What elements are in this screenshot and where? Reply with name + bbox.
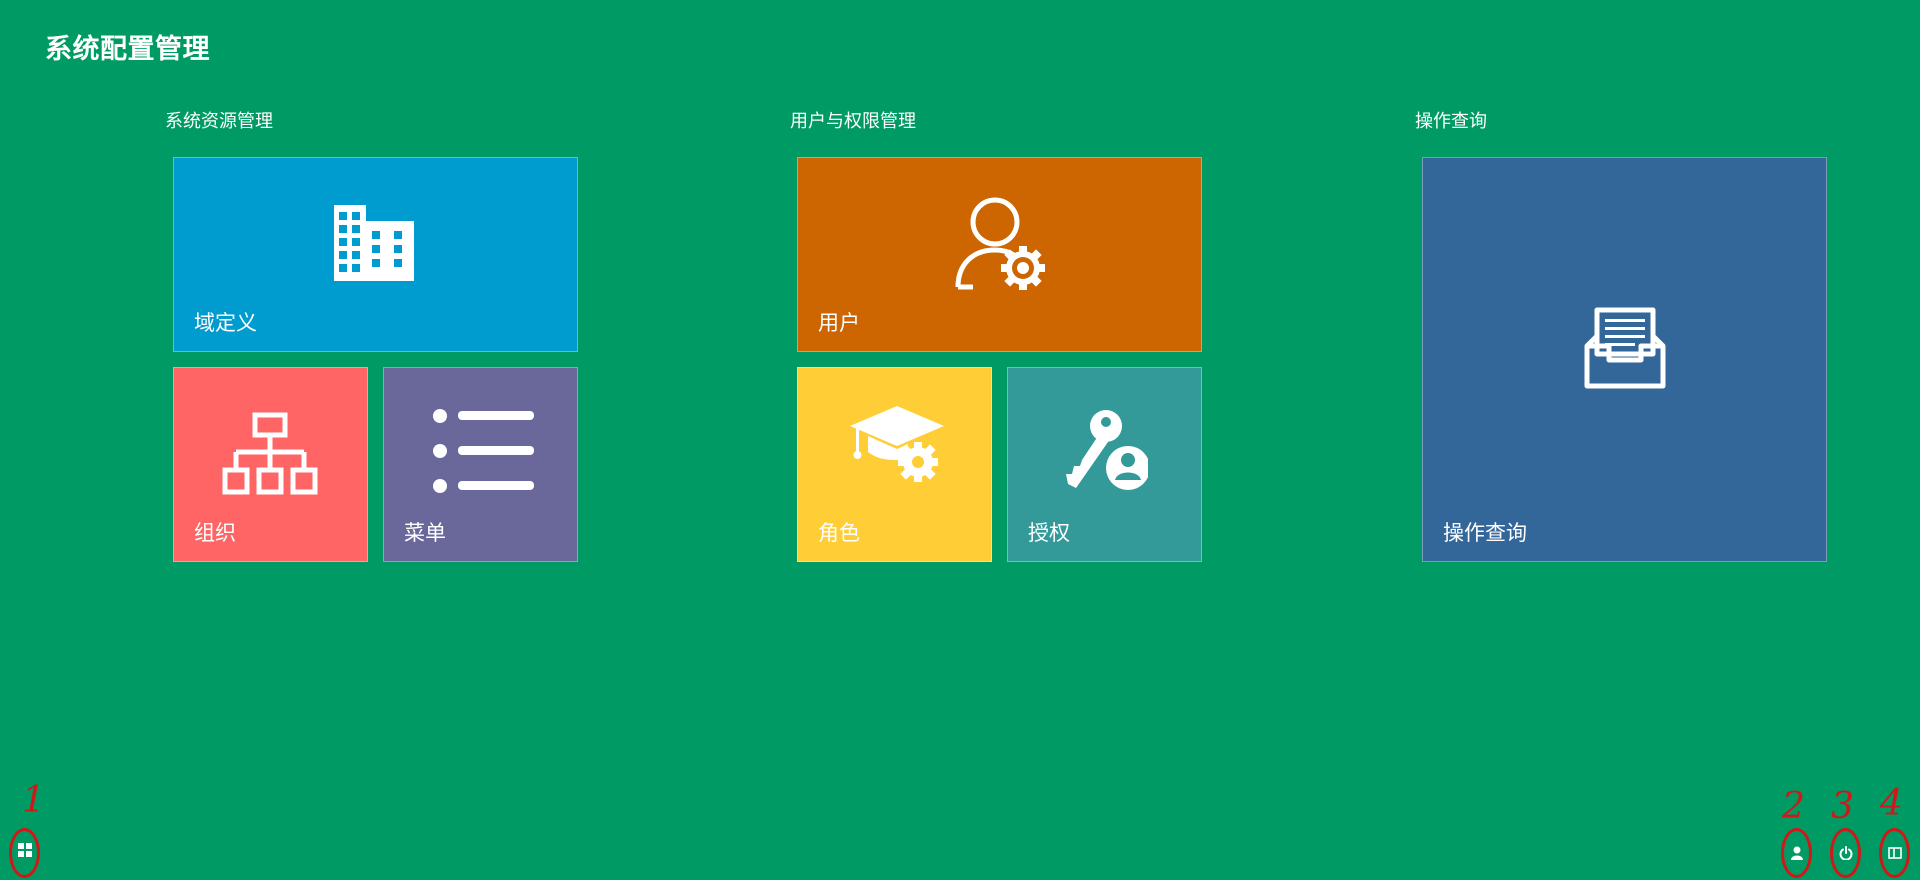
user-icon [1791,846,1803,860]
group-title-system-resources: 系统资源管理 [165,111,273,132]
tile-label-menu: 菜单 [404,521,446,545]
group-title-operation-query: 操作查询 [1415,111,1487,132]
org-chart-icon [222,412,318,495]
user-button[interactable] [1785,841,1809,865]
building-icon [334,205,414,281]
tile-label-role: 角色 [818,521,860,545]
page-title: 系统配置管理 [45,34,210,65]
tile-label-domain-definition: 域定义 [194,311,257,335]
power-icon [1839,846,1853,860]
annotation-number-4: 4 [1880,783,1903,824]
tile-label-operation-query: 操作查询 [1443,521,1527,545]
list-icon [433,409,534,493]
annotation-number-3: 3 [1831,786,1854,827]
tile-operation-query[interactable]: 操作查询 [1422,157,1827,562]
tile-label-organization: 组织 [194,521,236,545]
inbox-tray-icon [1584,307,1666,389]
group-title-user-permission: 用户与权限管理 [790,111,916,132]
power-button[interactable] [1834,841,1858,865]
tile-label-authorization: 授权 [1028,521,1070,545]
tile-role[interactable]: 角色 [797,367,992,562]
window-icon [1888,847,1902,859]
annotation-number-1: 1 [22,780,45,821]
annotation-number-2: 2 [1782,786,1805,827]
graduation-cap-gear-icon [850,406,944,482]
start-menu-icon [18,843,32,857]
user-settings-icon [955,197,1045,290]
tile-authorization[interactable]: 授权 [1007,367,1202,562]
window-toggle-button[interactable] [1883,841,1907,865]
tile-menu[interactable]: 菜单 [383,367,578,562]
tile-domain-definition[interactable]: 域定义 [173,157,578,352]
tile-user[interactable]: 用户 [797,157,1202,352]
key-user-icon [1066,410,1148,490]
tile-organization[interactable]: 组织 [173,367,368,562]
start-menu-button[interactable] [13,838,37,862]
tile-label-user: 用户 [818,311,860,335]
